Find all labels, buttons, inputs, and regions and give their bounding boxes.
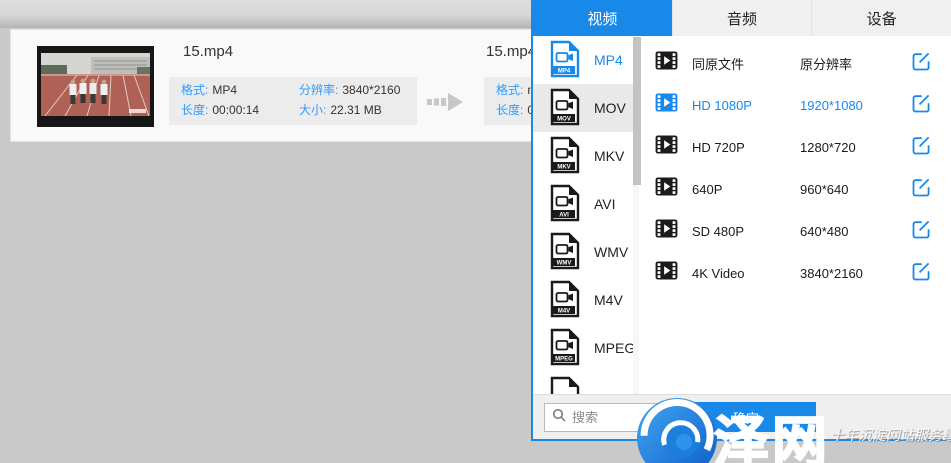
tab-video[interactable]: 视频 [533, 0, 672, 36]
filmstrip-icon [655, 219, 678, 243]
profile-resolution: 1920*1080 [800, 98, 910, 113]
profile-name: HD 720P [692, 140, 800, 155]
mov-file-icon: MOV [550, 88, 580, 129]
format-item-avi[interactable]: AVI AVI [533, 180, 633, 228]
svg-text:MPEG: MPEG [555, 356, 573, 362]
profile-row-original[interactable]: 同原文件 原分辨率 [639, 42, 951, 84]
format-item-mpeg[interactable]: MPEG MPEG [533, 324, 633, 372]
svg-text:MOV: MOV [557, 116, 571, 122]
svg-text:MP4: MP4 [558, 68, 571, 74]
source-info-box: 格式: MP4 分辨率: 3840*2160 长度: 00:00:14 大小: 22.3… [169, 77, 417, 125]
convert-arrow-icon [427, 92, 465, 117]
profile-name: 4K Video [692, 266, 800, 281]
svg-text:WMV: WMV [557, 260, 572, 266]
video-thumbnail [37, 46, 154, 127]
format-item-label: MOV [594, 100, 626, 116]
format-item-mkv[interactable]: MKV MKV [533, 132, 633, 180]
app-window: 15.mp4 格式: MP4 分辨率: 3840*2160 长度: 00:00:14 … [0, 0, 951, 463]
wmv-file-icon: WMV [550, 232, 580, 273]
format-label: 格式: [496, 83, 523, 97]
tab-audio[interactable]: 音频 [672, 0, 812, 36]
mp4-file-icon: MP4 [550, 40, 580, 81]
profile-resolution: 3840*2160 [800, 266, 910, 281]
svg-text:M4V: M4V [558, 308, 570, 314]
svg-text:MKV: MKV [557, 164, 570, 170]
format-value: MP4 [212, 83, 237, 97]
profile-row-640p[interactable]: 640P 960*640 [639, 168, 951, 210]
edit-profile-icon[interactable] [910, 218, 932, 245]
profile-name: SD 480P [692, 224, 800, 239]
search-box[interactable] [544, 403, 672, 432]
format-item-wmv[interactable]: WMV WMV [533, 228, 633, 276]
format-item-mov[interactable]: MOV MOV [533, 84, 633, 132]
profile-name: 640P [692, 182, 800, 197]
edit-profile-icon[interactable] [910, 134, 932, 161]
size-value: 22.31 MB [330, 103, 381, 117]
profile-row-sd480p[interactable]: SD 480P 640*480 [639, 210, 951, 252]
profile-resolution: 原分辨率 [800, 54, 910, 73]
confirm-button[interactable]: 确定 [676, 402, 816, 432]
m4v-file-icon: M4V [550, 280, 580, 321]
target-file-title: 15.mp4 [486, 43, 536, 60]
edit-profile-icon[interactable] [910, 260, 932, 287]
format-item-partial[interactable] [533, 372, 633, 394]
format-item-label: MPEG [594, 340, 633, 356]
format-list-scrollbar[interactable] [633, 36, 639, 394]
duration-label: 长度: [181, 103, 208, 117]
edit-profile-icon[interactable] [910, 50, 932, 77]
svg-text:AVI: AVI [559, 212, 569, 218]
profile-list: 同原文件 原分辨率 HD 1080P 1920*1080 [639, 36, 951, 394]
format-item-mp4[interactable]: MP4 MP4 [533, 36, 633, 84]
filmstrip-icon [655, 51, 678, 75]
panel-tabs: 视频 音频 设备 [533, 0, 951, 36]
profile-name: 同原文件 [692, 54, 800, 73]
edit-profile-icon[interactable] [910, 92, 932, 119]
output-format-panel: 视频 音频 设备 MP4 [531, 0, 951, 441]
format-item-m4v[interactable]: M4V M4V [533, 276, 633, 324]
search-icon [552, 408, 566, 427]
resolution-label: 分辨率: [299, 83, 338, 97]
duration-value: 00:00:14 [212, 103, 259, 117]
resolution-value: 3840*2160 [342, 83, 400, 97]
filmstrip-icon [655, 135, 678, 159]
profile-resolution: 640*480 [800, 224, 910, 239]
format-item-label: AVI [594, 196, 616, 212]
format-item-label: M4V [594, 292, 623, 308]
filmstrip-icon [655, 177, 678, 201]
profile-resolution: 1280*720 [800, 140, 910, 155]
mkv-file-icon: MKV [550, 136, 580, 177]
scrollbar-thumb[interactable] [633, 37, 641, 185]
profile-row-hd720p[interactable]: HD 720P 1280*720 [639, 126, 951, 168]
profile-row-hd1080p[interactable]: HD 1080P 1920*1080 [639, 84, 951, 126]
size-label: 大小: [299, 103, 326, 117]
edit-profile-icon[interactable] [910, 176, 932, 203]
profile-row-4kvideo[interactable]: 4K Video 3840*2160 [639, 252, 951, 294]
tab-device[interactable]: 设备 [811, 0, 951, 36]
avi-file-icon: AVI [550, 184, 580, 225]
source-file-title: 15.mp4 [183, 43, 233, 60]
mpeg-file-icon: MPEG [550, 328, 580, 369]
format-list: MP4 MP4 MOV [533, 36, 633, 394]
panel-bottom-bar: 确定 [533, 394, 951, 439]
file-icon [550, 376, 580, 395]
duration-label: 长度: [496, 103, 523, 117]
profile-resolution: 960*640 [800, 182, 910, 197]
format-item-label: MKV [594, 148, 624, 164]
format-label: 格式: [181, 83, 208, 97]
search-input[interactable] [572, 410, 662, 425]
format-item-label: MP4 [594, 52, 623, 68]
filmstrip-icon [655, 93, 678, 117]
format-item-label: WMV [594, 244, 628, 260]
profile-name: HD 1080P [692, 98, 800, 113]
filmstrip-icon [655, 261, 678, 285]
